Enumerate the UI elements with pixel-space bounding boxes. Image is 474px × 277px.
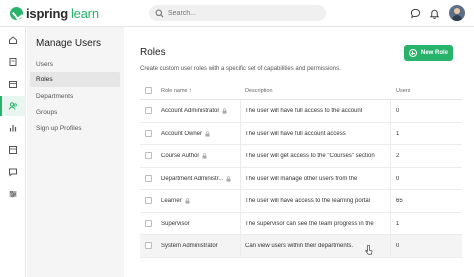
- role-name[interactable]: Department Administr...: [161, 176, 223, 182]
- role-description: The user will manage other users from th…: [245, 175, 358, 182]
- main-content: Roles New Role Create custom user roles …: [124, 27, 474, 277]
- table-row[interactable]: System Administrator Can view users withi…: [140, 235, 462, 258]
- column-divider: [240, 235, 241, 257]
- column-header-users: Users: [396, 88, 411, 94]
- search-icon: [155, 9, 164, 17]
- sidebar-item-groups[interactable]: Groups: [30, 105, 120, 120]
- plus-circle-icon: [408, 49, 417, 57]
- role-name[interactable]: Account Administrator: [161, 108, 219, 114]
- lock-icon: [226, 175, 231, 182]
- select-all-checkbox[interactable]: [145, 87, 152, 94]
- row-checkbox[interactable]: [145, 242, 152, 249]
- lock-icon: [222, 108, 227, 114]
- role-description: The user will have full access to the ac…: [245, 108, 363, 114]
- column-divider: [240, 145, 241, 167]
- role-user-count: 0: [396, 243, 400, 249]
- manage-users-sidebar: Manage Users Users Roles Departments Gro…: [27, 27, 124, 277]
- content-icon[interactable]: [0, 140, 26, 160]
- lock-icon: [205, 130, 210, 137]
- column-divider: [240, 212, 241, 234]
- table-row[interactable]: Account Administrator The user will have …: [140, 100, 462, 123]
- courses-icon[interactable]: [0, 52, 26, 72]
- chat-icon[interactable]: [408, 6, 422, 20]
- search-bar[interactable]: [149, 5, 326, 21]
- search-input[interactable]: [168, 9, 318, 17]
- user-avatar[interactable]: [449, 5, 465, 21]
- role-name[interactable]: Learner: [161, 198, 182, 204]
- top-bar: ispring learn: [0, 0, 474, 27]
- row-checkbox[interactable]: [145, 152, 152, 159]
- role-name[interactable]: Course Author: [161, 153, 199, 159]
- page-title: Roles: [140, 47, 166, 58]
- row-checkbox[interactable]: [145, 107, 152, 114]
- sidebar-item-roles[interactable]: Roles: [30, 72, 120, 87]
- column-divider: [390, 100, 391, 122]
- settings-icon[interactable]: [0, 184, 26, 204]
- table-row[interactable]: Supervisor The supervisor can see the tea…: [140, 212, 462, 235]
- column-divider: [390, 145, 391, 167]
- table-row[interactable]: Course Author The user will get access to…: [140, 145, 462, 168]
- lock-icon: [202, 153, 207, 159]
- calendar-icon[interactable]: [0, 74, 26, 94]
- column-divider: [240, 100, 241, 122]
- column-divider: [240, 190, 241, 212]
- sidebar-title: Manage Users: [36, 38, 102, 49]
- page-subtitle: Create custom user roles with a specific…: [140, 66, 341, 72]
- table-row[interactable]: Account Owner The user will have full acc…: [140, 122, 462, 145]
- logo-accent-text: learn: [70, 5, 99, 21]
- sidebar-item-users[interactable]: Users: [30, 57, 120, 72]
- messages-icon[interactable]: [0, 162, 26, 182]
- role-user-count: 0: [396, 175, 400, 182]
- role-name[interactable]: System Administrator: [161, 243, 218, 249]
- new-role-label: New Role: [420, 50, 448, 56]
- logo-check-icon: [10, 6, 23, 20]
- role-description: The supervisor can see the team progress…: [245, 220, 374, 227]
- new-role-button[interactable]: New Role: [404, 45, 453, 61]
- role-description: Can view users within their departments.: [245, 243, 354, 249]
- sidebar-item-signup-profiles[interactable]: Sign up Profiles: [30, 121, 120, 136]
- bell-icon[interactable]: [427, 6, 441, 20]
- column-divider: [390, 167, 391, 189]
- column-divider: [390, 190, 391, 212]
- row-checkbox[interactable]: [145, 174, 152, 182]
- column-divider: [390, 235, 391, 257]
- role-description: The user will get access to the "Courses…: [245, 153, 375, 159]
- row-checkbox[interactable]: [145, 219, 152, 227]
- role-user-count: 0: [396, 108, 400, 114]
- reports-icon[interactable]: [0, 118, 26, 138]
- role-name[interactable]: Account Owner: [161, 131, 202, 137]
- users-icon[interactable]: [0, 96, 26, 116]
- column-divider: [240, 167, 241, 189]
- role-name[interactable]: Supervisor: [161, 221, 190, 227]
- role-user-count: 2: [396, 153, 400, 159]
- row-checkbox[interactable]: [145, 197, 152, 204]
- home-icon[interactable]: [0, 30, 26, 50]
- role-user-count: 65: [396, 198, 403, 204]
- role-user-count: 1: [396, 220, 400, 227]
- column-header-role-name[interactable]: Role name ↑: [161, 88, 192, 94]
- table-header: Role name ↑ Description Users: [140, 82, 462, 100]
- icon-rail: [0, 27, 26, 277]
- table-row[interactable]: Learner The user will have access to the …: [140, 190, 462, 213]
- table-row[interactable]: Department Administr... The user will man…: [140, 167, 462, 190]
- logo-main-text: ispring: [26, 5, 68, 21]
- column-divider: [240, 122, 241, 144]
- role-user-count: 1: [396, 130, 400, 137]
- lock-icon: [185, 198, 190, 204]
- row-checkbox[interactable]: [145, 129, 152, 137]
- column-header-description: Description: [245, 88, 273, 94]
- role-description: The user will have access to the learnin…: [245, 198, 371, 204]
- column-divider: [390, 122, 391, 144]
- column-divider: [390, 212, 391, 234]
- role-description: The user will have full account access: [245, 130, 346, 137]
- roles-table: Role name ↑ Description Users Account Ad…: [140, 82, 462, 258]
- ispring-logo[interactable]: ispring learn: [10, 5, 99, 21]
- mouse-pointer-icon: [365, 245, 373, 255]
- sidebar-item-departments[interactable]: Departments: [30, 89, 120, 104]
